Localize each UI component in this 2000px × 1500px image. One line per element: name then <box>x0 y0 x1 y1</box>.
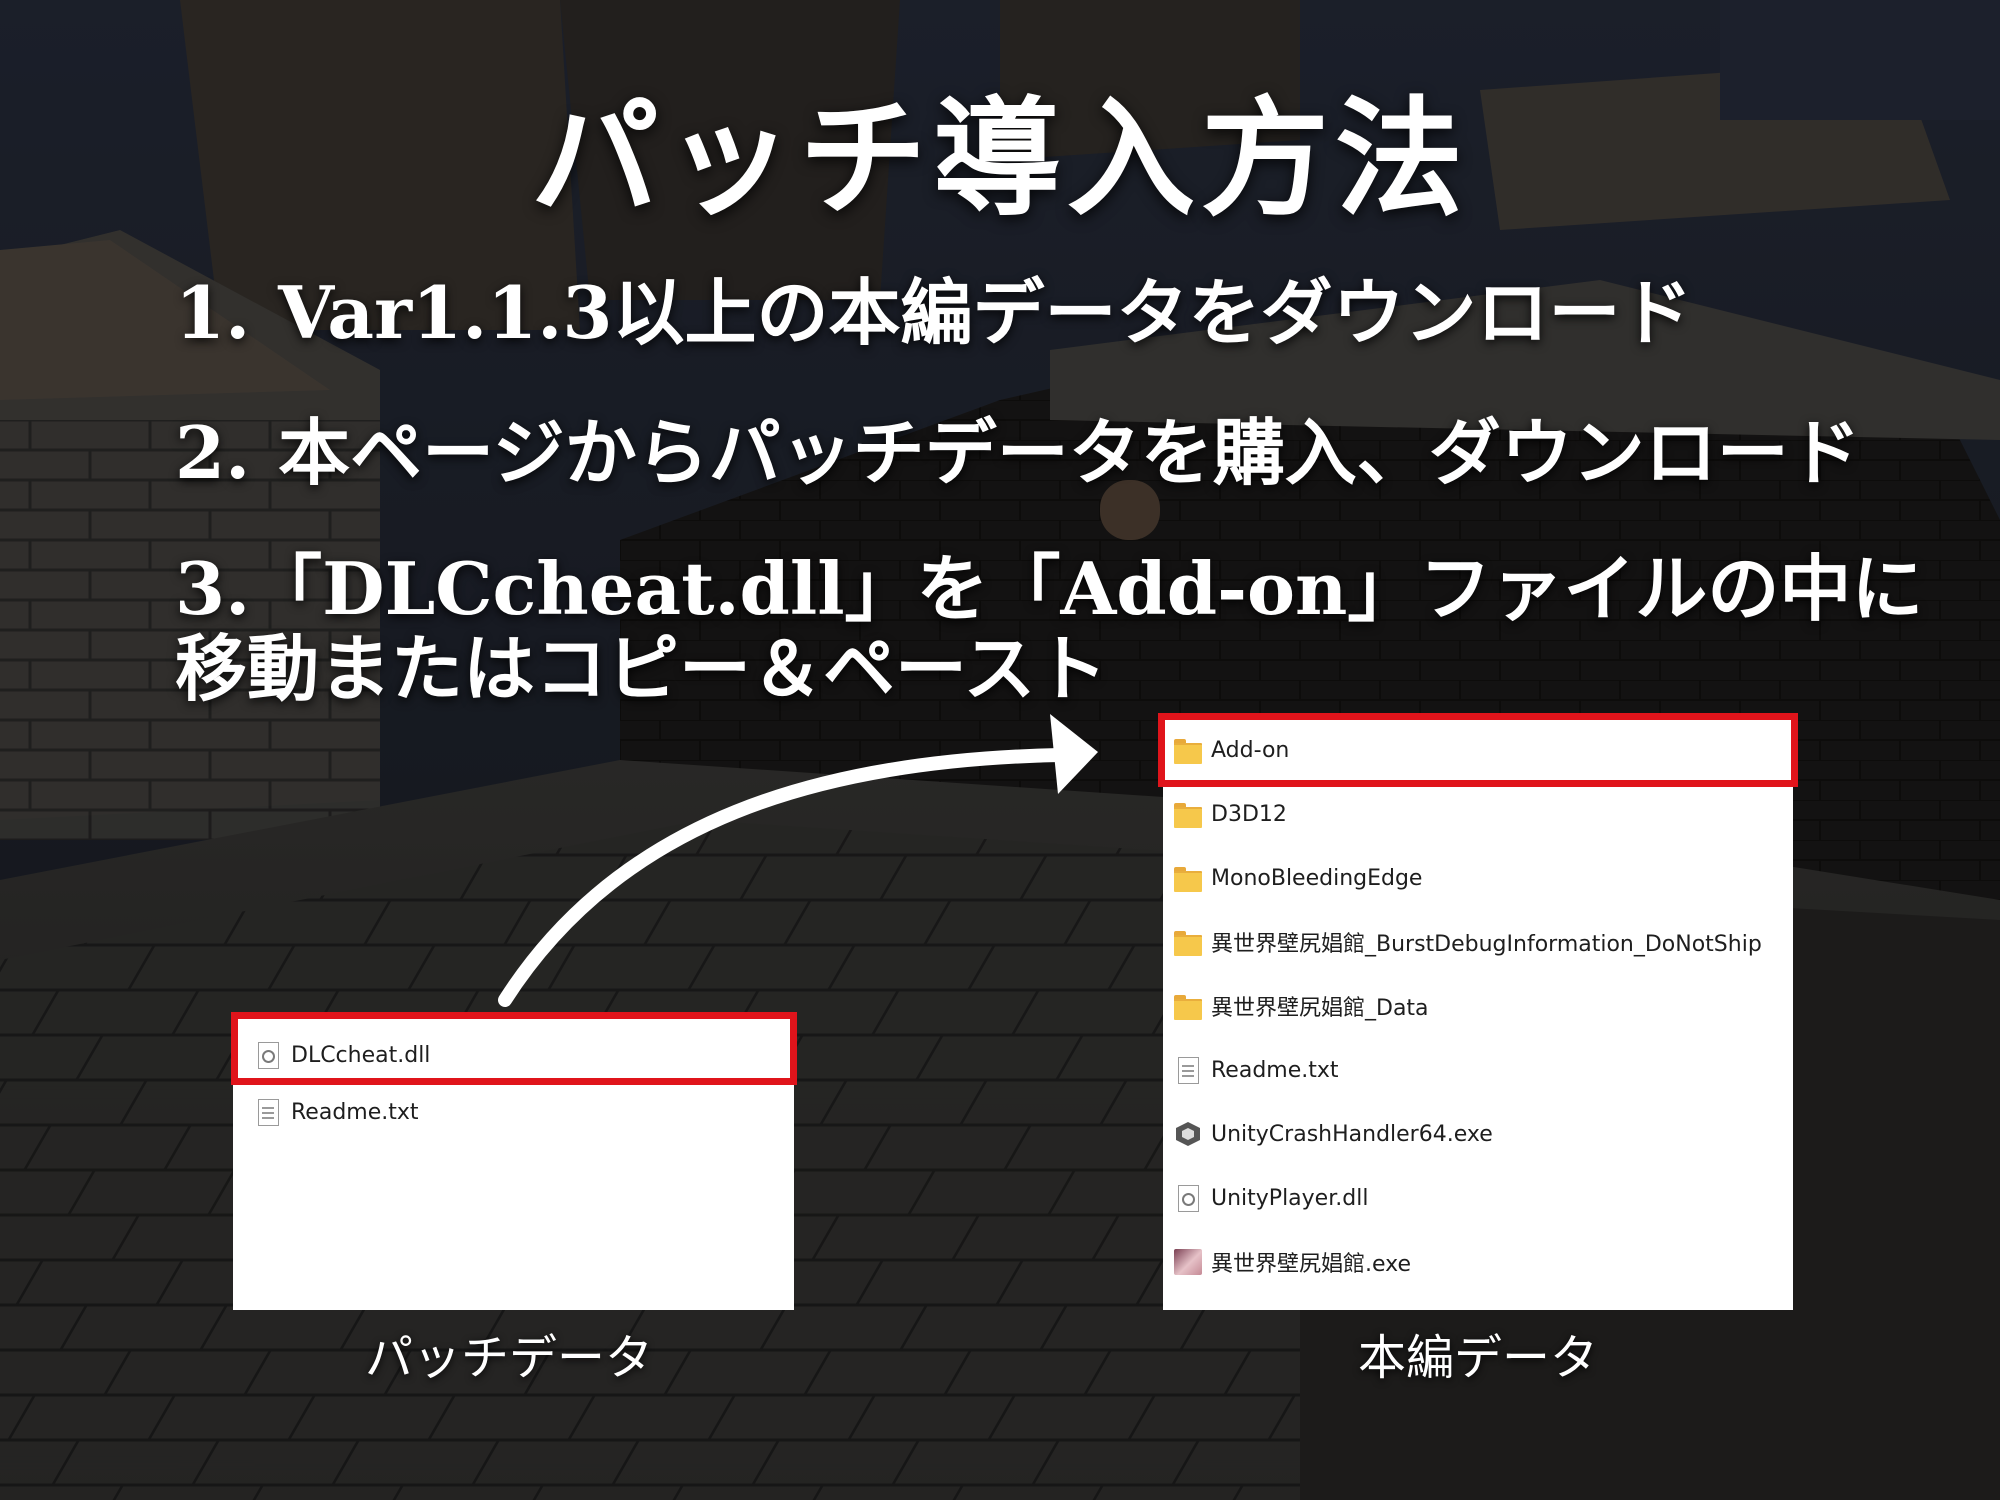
file-name: 異世界壁尻娼館_Data <box>1211 996 1429 1021</box>
highlight-add-on <box>1158 713 1798 787</box>
file-name: Readme.txt <box>291 1099 419 1125</box>
file-name: MonoBleedingEdge <box>1211 865 1423 891</box>
highlight-dlccheat <box>231 1012 797 1085</box>
file-name: 異世界壁尻娼館_BurstDebugInformation_DoNotShip <box>1211 932 1762 957</box>
folder-row-data[interactable]: 異世界壁尻娼館_Data <box>1173 974 1793 1038</box>
file-name: D3D12 <box>1211 801 1287 827</box>
folder-icon <box>1173 929 1203 956</box>
file-name: Readme.txt <box>1211 1057 1339 1083</box>
folder-icon <box>1173 993 1203 1020</box>
patch-data-caption: パッチデータ <box>365 1330 654 1386</box>
dll-file-icon <box>1173 1185 1203 1212</box>
text-file-icon <box>253 1099 283 1126</box>
folder-row-monobleedingedge[interactable]: MonoBleedingEdge <box>1173 846 1793 910</box>
app-icon <box>1173 1249 1203 1275</box>
folder-row-burstdebug[interactable]: 異世界壁尻娼館_BurstDebugInformation_DoNotShip <box>1173 910 1793 974</box>
unity-icon <box>1173 1121 1203 1147</box>
file-row-readme[interactable]: Readme.txt <box>253 1080 794 1144</box>
main-data-panel: Add-on D3D12 MonoBleedingEdge 異世界壁尻娼館_Bu… <box>1163 718 1793 1310</box>
file-row-unitycrashhandler[interactable]: UnityCrashHandler64.exe <box>1173 1102 1793 1166</box>
main-data-caption: 本編データ <box>1358 1330 1599 1386</box>
file-name: UnityCrashHandler64.exe <box>1211 1121 1493 1147</box>
file-row-game-exe[interactable]: 異世界壁尻娼館.exe <box>1173 1230 1793 1294</box>
folder-row-d3d12[interactable]: D3D12 <box>1173 782 1793 846</box>
file-row-readme[interactable]: Readme.txt <box>1173 1038 1793 1102</box>
file-row-unityplayer[interactable]: UnityPlayer.dll <box>1173 1166 1793 1230</box>
file-name: UnityPlayer.dll <box>1211 1185 1369 1211</box>
folder-icon <box>1173 865 1203 892</box>
file-name: 異世界壁尻娼館.exe <box>1211 1252 1412 1277</box>
text-file-icon <box>1173 1057 1203 1084</box>
folder-icon <box>1173 801 1203 828</box>
